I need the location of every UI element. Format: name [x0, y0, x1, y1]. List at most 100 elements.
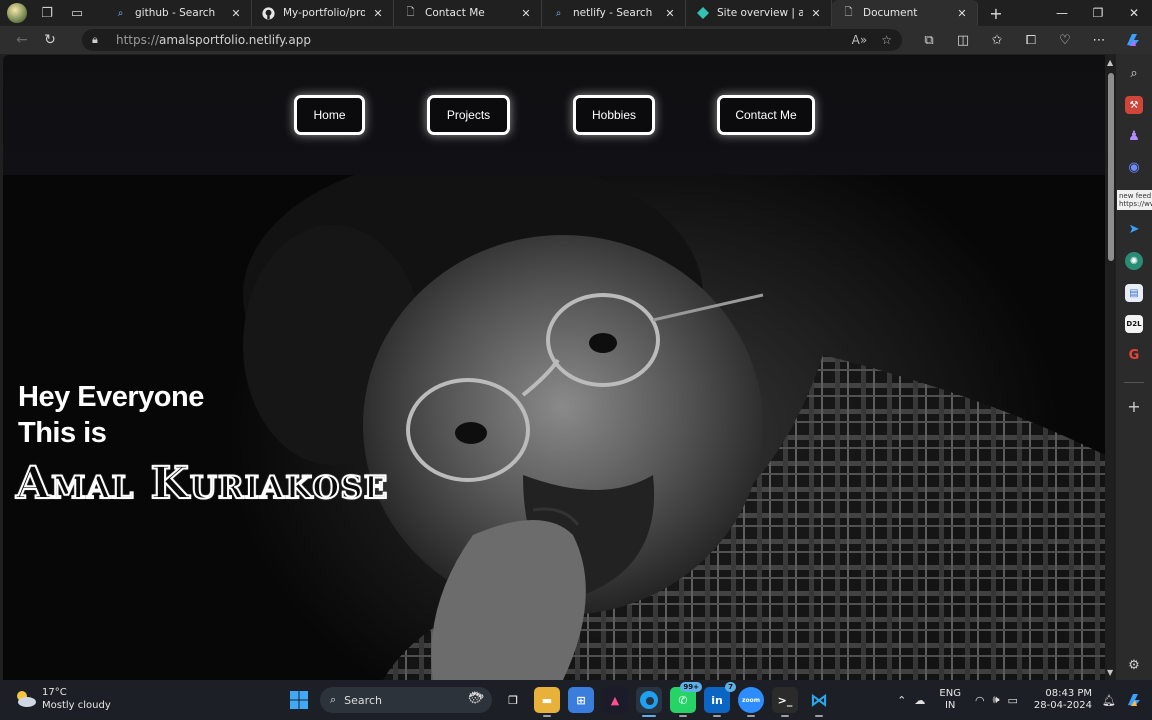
close-tab-icon[interactable]: ✕: [229, 6, 243, 20]
restore-button[interactable]: ❐: [1080, 0, 1116, 26]
browser-toolbar: ← ↻ 🔒︎ https://amalsportfolio.netlify.ap…: [0, 26, 1152, 54]
site-navbar: Home Projects Hobbies Contact Me: [3, 55, 1105, 175]
volume-icon[interactable]: 🕪︎: [993, 693, 1000, 707]
sidebar-document-icon[interactable]: ▤: [1125, 284, 1143, 302]
browser-tab[interactable]: ⌕ netlify - Search ✕: [542, 0, 686, 26]
minimize-button[interactable]: —: [1044, 0, 1080, 26]
edge-icon: [640, 691, 658, 709]
nav-hobbies-link[interactable]: Hobbies: [573, 95, 655, 135]
tab-actions-icon[interactable]: ▭: [66, 2, 88, 24]
wifi-icon[interactable]: ◠: [975, 694, 985, 707]
more-options-icon[interactable]: ⋯: [1082, 33, 1116, 48]
microsoft-store-app[interactable]: ⊞: [568, 687, 594, 713]
sidebar-tooltip: new feed https://ww: [1117, 190, 1152, 210]
nav-contact-link[interactable]: Contact Me: [717, 95, 815, 135]
file-explorer-app[interactable]: ▬: [534, 687, 560, 717]
scrollbar-thumb[interactable]: [1108, 73, 1114, 261]
input-language-indicator[interactable]: ENG IN: [939, 688, 961, 712]
back-arrow-icon: ←: [16, 32, 28, 48]
address-bar[interactable]: 🔒︎ https://amalsportfolio.netlify.app A»…: [82, 29, 902, 51]
taskbar-search-box[interactable]: ⌕ Search 🐡︎: [320, 687, 492, 713]
copilot-taskbar-button[interactable]: [1122, 688, 1146, 712]
terminal-app[interactable]: >_: [772, 687, 798, 717]
close-tab-icon[interactable]: ✕: [809, 6, 823, 20]
sidebar-tools-icon[interactable]: ⚒: [1125, 96, 1143, 114]
task-view-button[interactable]: ❐: [500, 687, 526, 713]
close-tab-icon[interactable]: ✕: [371, 6, 385, 20]
page-viewport: Home Projects Hobbies Contact Me Hey Eve…: [3, 55, 1105, 680]
running-indicator: [713, 715, 721, 717]
browser-tab[interactable]: Site overview | amalsp ✕: [686, 0, 832, 26]
start-button[interactable]: [286, 687, 312, 713]
browser-tab-active[interactable]: 🗋 Document ✕: [832, 0, 978, 26]
browser-tab[interactable]: ⌕ github - Search ✕: [104, 0, 252, 26]
browser-tab-strip: ❐ ▭ ⌕ github - Search ✕ My-portfolio/pro…: [0, 0, 1152, 26]
window-controls: — ❐ ✕: [1044, 0, 1152, 26]
tooltip-line: new feed: [1119, 192, 1152, 200]
whatsapp-icon: ✆: [678, 693, 688, 707]
back-button[interactable]: ←: [8, 26, 36, 54]
close-window-button[interactable]: ✕: [1116, 0, 1152, 26]
avatar-icon: [7, 3, 27, 23]
address-bar-actions: A» ☆: [852, 29, 892, 51]
bing-search-icon: ⌕: [555, 7, 562, 19]
browser-tab[interactable]: My-portfolio/projects.h ✕: [252, 0, 394, 26]
running-indicator: [642, 715, 656, 717]
weather-widget[interactable]: 17°C Mostly cloudy: [14, 686, 111, 712]
browser-essentials-icon[interactable]: ♡: [1048, 33, 1082, 48]
weather-text: 17°C Mostly cloudy: [42, 686, 111, 712]
close-tab-icon[interactable]: ✕: [955, 6, 969, 20]
running-indicator: [747, 715, 755, 717]
extensions-icon[interactable]: ⧉: [912, 33, 946, 48]
refresh-icon: ↻: [44, 32, 56, 48]
show-hidden-icons-chevron-icon[interactable]: ⌃: [897, 694, 906, 707]
workspaces-icon[interactable]: ❐: [36, 2, 58, 24]
linkedin-app[interactable]: in 7: [704, 682, 736, 717]
vscode-icon: ⋈: [810, 689, 828, 711]
github-icon: [262, 6, 275, 20]
browser-tab[interactable]: 🗋 Contact Me ✕: [394, 0, 542, 26]
sidebar-google-icon[interactable]: G: [1125, 346, 1143, 364]
scroll-up-icon[interactable]: ▲: [1107, 58, 1113, 67]
vscode-app[interactable]: ⋈: [806, 687, 832, 717]
favorite-star-icon[interactable]: ☆: [881, 33, 892, 47]
refresh-button[interactable]: ↻: [36, 26, 64, 54]
copilot-icon[interactable]: [1116, 31, 1150, 49]
battery-icon[interactable]: ▭: [1008, 694, 1018, 707]
onedrive-cloud-icon[interactable]: ☁: [914, 694, 925, 707]
sidebar-games-icon[interactable]: ♟: [1125, 127, 1143, 145]
page-scrollbar[interactable]: ▲ ▼: [1105, 55, 1116, 680]
sidebar-copilot-icon[interactable]: ◉: [1125, 158, 1143, 176]
read-aloud-icon[interactable]: A»: [852, 33, 868, 47]
nav-projects-link[interactable]: Projects: [427, 95, 510, 135]
edge-app[interactable]: [636, 687, 662, 717]
sidebar-settings-icon[interactable]: ⚙: [1125, 656, 1143, 674]
sidebar-d2l-icon[interactable]: D2L: [1125, 315, 1143, 333]
url-scheme: https://: [116, 33, 160, 47]
new-tab-button[interactable]: +: [984, 1, 1008, 25]
clock[interactable]: 08:43 PM 28-04-2024: [1034, 688, 1092, 712]
windows-logo-icon: [290, 691, 308, 709]
url-text[interactable]: https://amalsportfolio.netlify.app: [116, 33, 311, 47]
notification-badge: 7: [725, 682, 736, 692]
zoom-app[interactable]: zoom: [738, 687, 764, 717]
collections-icon[interactable]: ⧠: [1014, 33, 1048, 48]
terminal-icon: >_: [777, 693, 793, 707]
sidebar-telegram-icon[interactable]: ➤: [1125, 220, 1143, 238]
nav-home-link[interactable]: Home: [294, 95, 365, 135]
profile-avatar[interactable]: [6, 2, 28, 24]
scroll-down-icon[interactable]: ▼: [1107, 668, 1113, 677]
favorites-icon[interactable]: ✩: [980, 33, 1014, 48]
close-tab-icon[interactable]: ✕: [519, 6, 533, 20]
split-screen-icon[interactable]: ◫: [946, 33, 980, 48]
whatsapp-app[interactable]: ✆ 99+: [670, 682, 702, 717]
arc-icon: ▲: [610, 693, 620, 707]
close-tab-icon[interactable]: ✕: [663, 6, 677, 20]
sidebar-chatgpt-icon[interactable]: ✺: [1125, 252, 1143, 270]
sidebar-search-icon[interactable]: ⌕: [1125, 64, 1143, 82]
arc-app[interactable]: ▲: [602, 687, 628, 713]
notifications-bell-icon[interactable]: 🔔︎: [1102, 694, 1116, 707]
sidebar-add-icon[interactable]: +: [1125, 397, 1143, 416]
zoom-icon: zoom: [742, 696, 760, 704]
plus-icon: +: [989, 3, 1003, 23]
